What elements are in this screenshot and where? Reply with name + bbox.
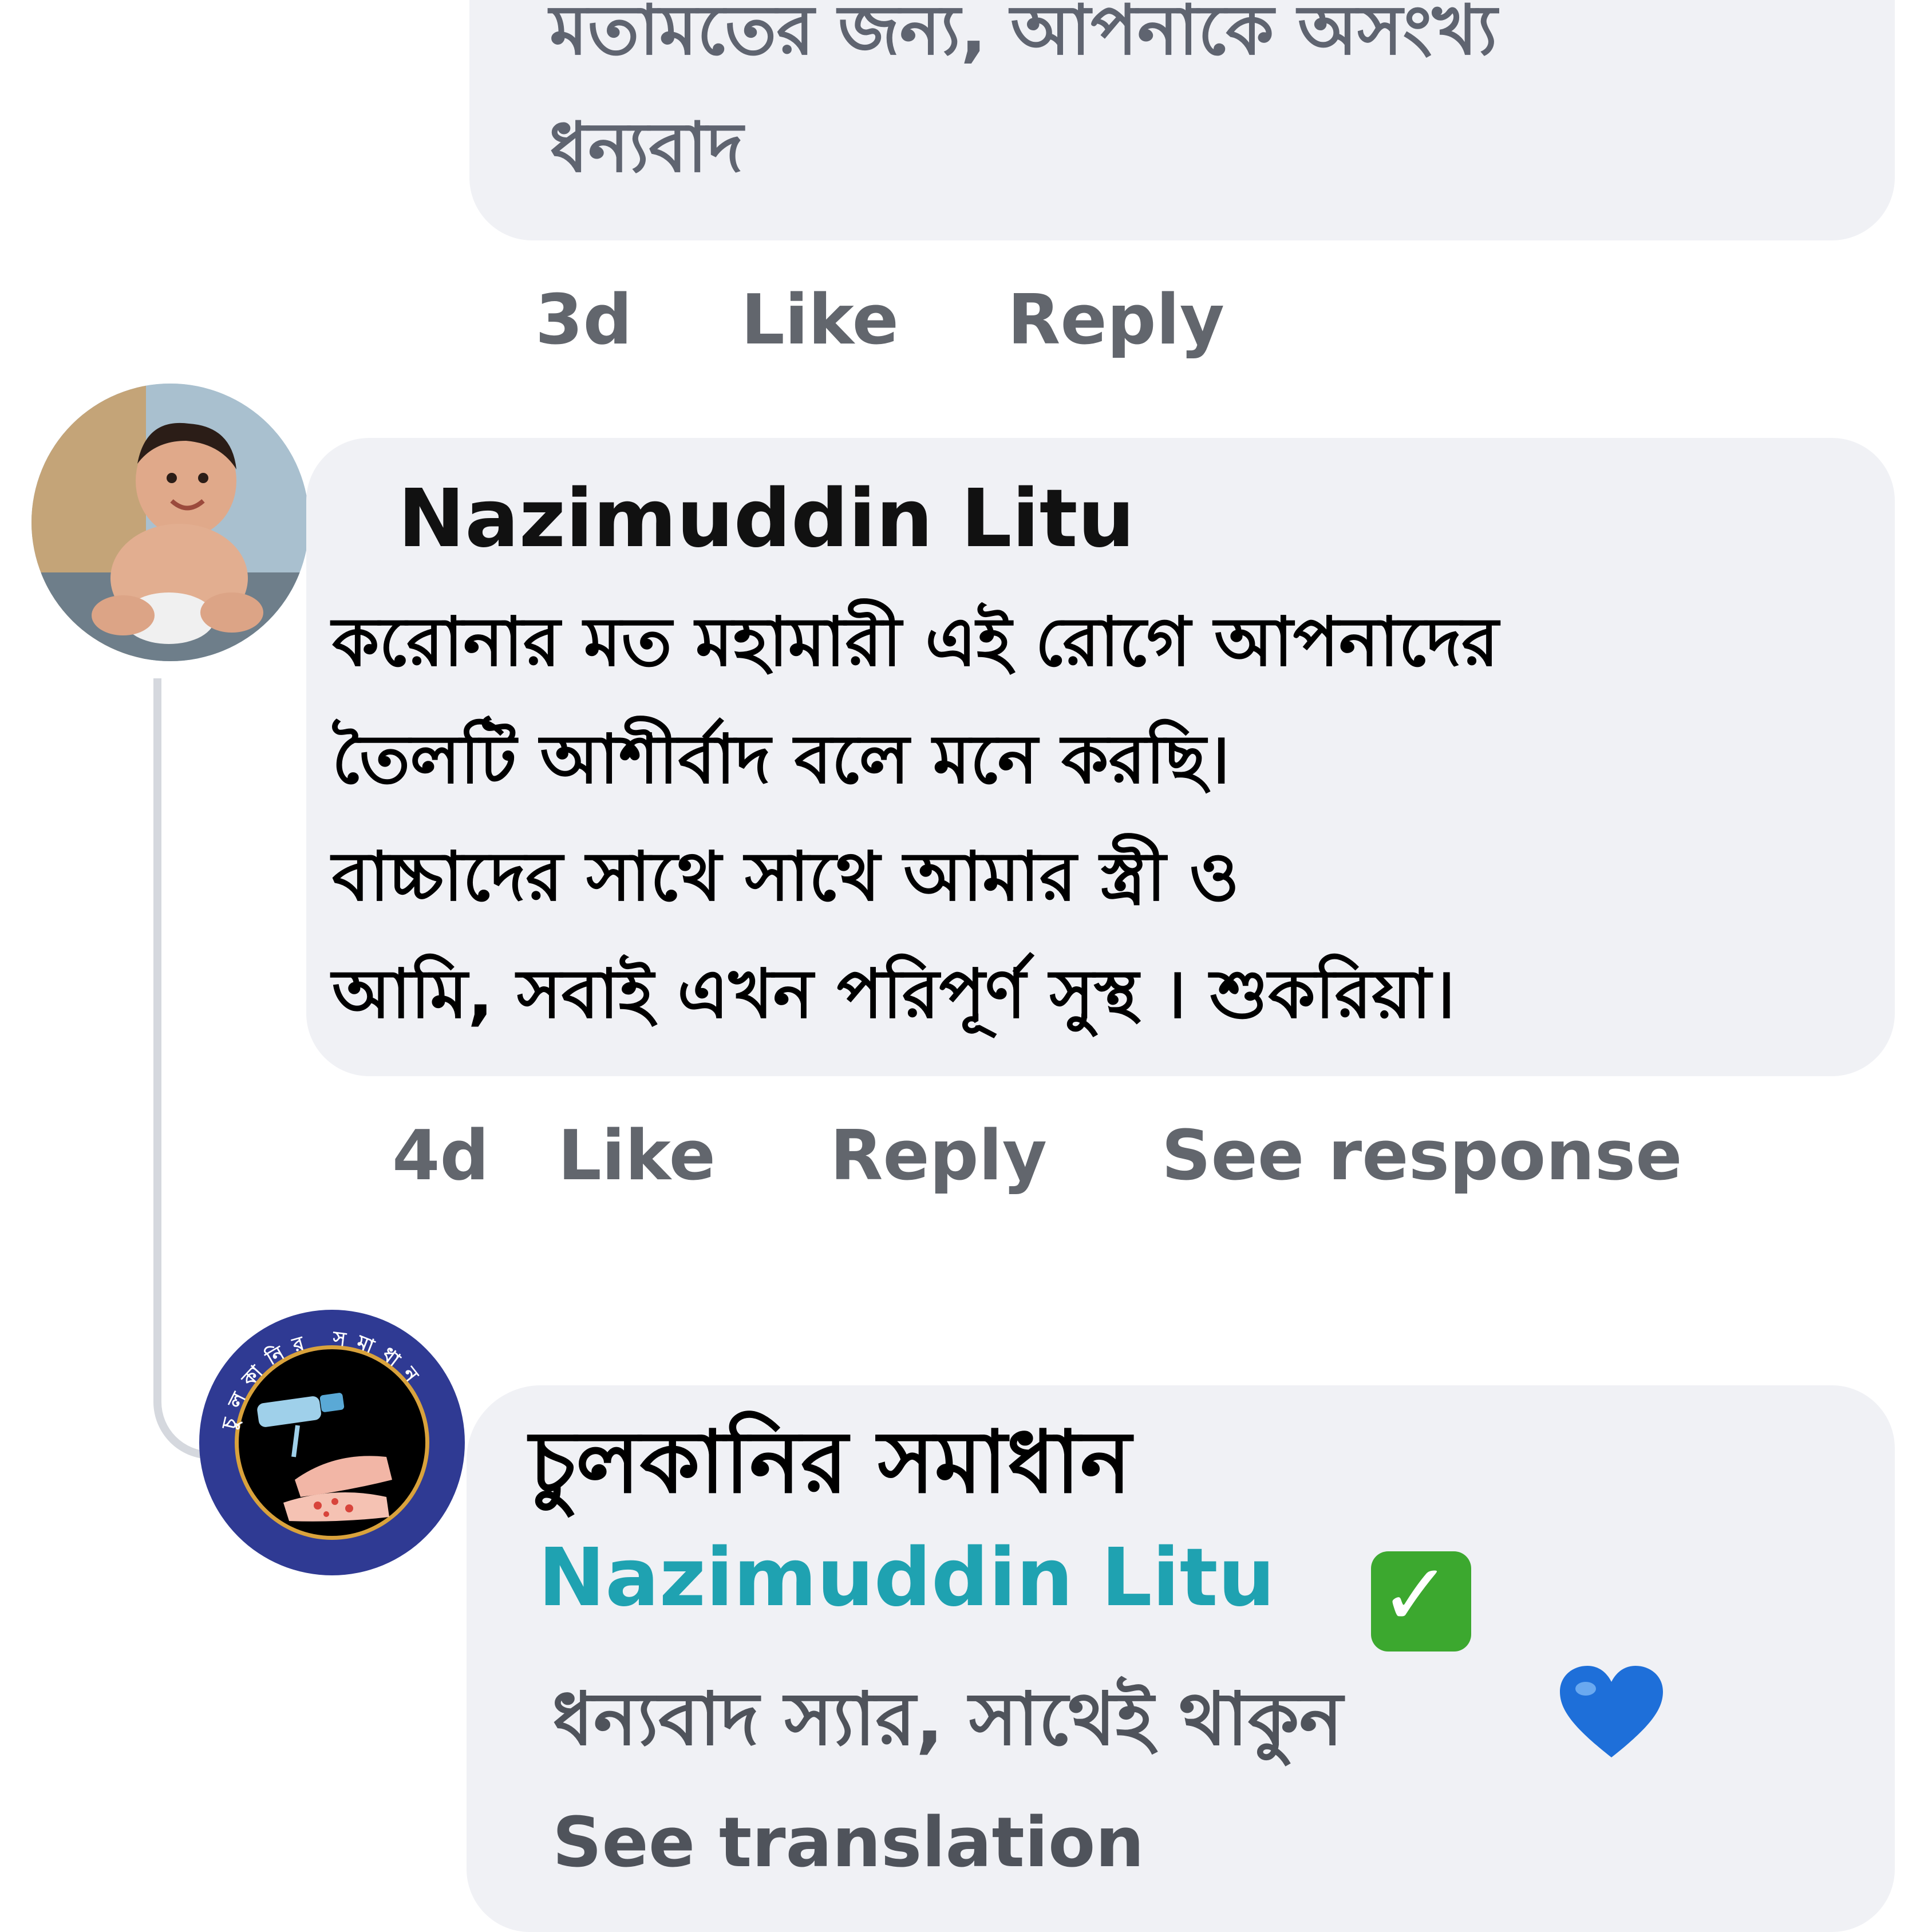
avatar[interactable] bbox=[31, 384, 309, 661]
comment-text-line: আমি, সবাই এখন পরিপূর্ণ সুস্থ । শুকরিয়া। bbox=[332, 954, 1456, 1033]
comment-actions: 4d Like Reply See response bbox=[392, 1116, 1682, 1196]
comment-actions-previous: 3d Like Reply bbox=[535, 280, 1333, 360]
reply-button[interactable]: Reply bbox=[830, 1116, 1047, 1196]
mention-link[interactable]: Nazimuddin Litu bbox=[538, 1531, 1275, 1625]
comment-text-line: ধন্যবাদ bbox=[550, 108, 744, 188]
blue-heart-icon bbox=[1560, 1666, 1663, 1757]
baby-photo-icon bbox=[31, 384, 309, 661]
check-glyph-icon: ✓ bbox=[1380, 1546, 1452, 1645]
page-logo-avatar[interactable]: চুলকানির সমাধান bbox=[197, 1308, 467, 1577]
reply-text: ধন্যবাদ স্যার, সাথেই থাকুন bbox=[552, 1677, 1343, 1762]
see-response-button[interactable]: See response bbox=[1161, 1116, 1682, 1196]
logo-icon: চুলকানির সমাধান bbox=[199, 1310, 465, 1575]
comment-timestamp[interactable]: 4d bbox=[392, 1116, 489, 1196]
comment-author-name[interactable]: Nazimuddin Litu bbox=[398, 472, 1135, 566]
see-translation-link[interactable]: See translation bbox=[552, 1803, 1144, 1883]
comment-text-line: করোনার মত মহামারী এই রোগে আপনাদের bbox=[332, 602, 1499, 681]
comment-timestamp: 3d bbox=[535, 280, 633, 360]
reply-author-name[interactable]: চুলকানির সমাধান bbox=[530, 1397, 1131, 1540]
comment-text-line: মতামতের জন্য, আপনাকে অসংখ্য bbox=[550, 0, 1498, 70]
like-button[interactable]: Like bbox=[741, 280, 899, 360]
like-button[interactable]: Like bbox=[558, 1116, 716, 1196]
comment-text-line: তৈলটি আশীর্বাদ বলে মনে করছি। bbox=[332, 720, 1230, 799]
reply-button[interactable]: Reply bbox=[1008, 280, 1224, 360]
comment-text-line: বাচ্চাদের সাথে সাথে আমার স্ত্রী ও bbox=[332, 837, 1239, 916]
